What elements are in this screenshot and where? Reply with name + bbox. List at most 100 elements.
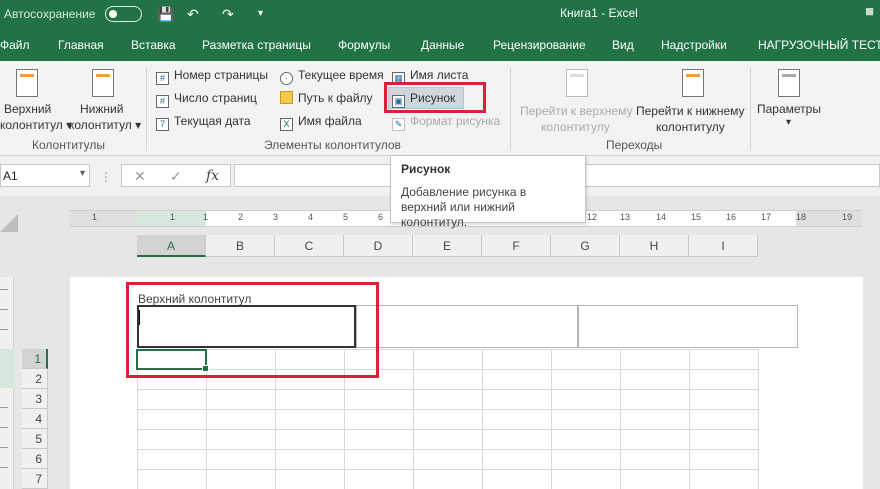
name-box-dropdown-icon[interactable]: ▾ <box>80 168 85 179</box>
row-header-2[interactable]: 2 <box>22 369 48 389</box>
grid-line <box>137 429 758 430</box>
ruler-number: 1 <box>203 212 209 222</box>
column-header-d[interactable]: D <box>344 235 413 257</box>
ruler-number: 4 <box>308 212 314 222</box>
title-bar: Автосохранение 💾 ↶ ↷ ▾ Книга1 - Excel ■ <box>0 0 880 30</box>
undo-icon[interactable]: ↶ <box>187 5 199 23</box>
row-header-5[interactable]: 5 <box>22 429 48 449</box>
insert-function-icon[interactable]: fx <box>206 168 219 184</box>
row-header-3[interactable]: 3 <box>22 389 48 409</box>
name-box[interactable]: A1 ▾ <box>0 164 90 187</box>
autosave-toggle[interactable] <box>105 6 142 22</box>
footer-button-line2: колонтитул ▾ <box>69 118 142 132</box>
clock-icon: · <box>280 72 293 85</box>
tab-file[interactable]: Файл <box>0 38 30 52</box>
grid-line <box>551 349 552 489</box>
group-label-navigation: Переходы <box>606 138 663 152</box>
tab-formulas[interactable]: Формулы <box>338 38 390 52</box>
customize-toolbar-icon[interactable]: ▾ <box>258 5 263 23</box>
page-count-button[interactable]: # Число страниц <box>156 89 257 108</box>
file-path-button[interactable]: Путь к файлу <box>280 89 373 107</box>
tab-insert[interactable]: Вставка <box>131 38 176 52</box>
tab-view[interactable]: Вид <box>612 38 634 52</box>
goto-footer-line2: колонтитулу <box>656 120 725 134</box>
tab-addins[interactable]: Надстройки <box>661 38 727 52</box>
ruler-number: 19 <box>842 212 853 222</box>
column-header-e[interactable]: E <box>413 235 482 257</box>
current-time-button[interactable]: · Текущее время <box>280 66 384 85</box>
grid-line <box>689 349 690 489</box>
column-header-g[interactable]: G <box>551 235 620 257</box>
column-header-i[interactable]: I <box>689 235 758 257</box>
header-document-icon <box>16 69 38 97</box>
grid-line <box>482 349 483 489</box>
ribbon-display-icon[interactable]: ■ <box>865 3 874 20</box>
grid-line <box>137 389 758 390</box>
group-label-headers: Колонтитулы <box>32 138 106 152</box>
grid-line <box>137 469 758 470</box>
header-highlight-box <box>126 282 379 378</box>
ruler-number: 1 <box>92 212 98 222</box>
group-label-elements: Элементы колонтитулов <box>264 138 401 152</box>
goto-header-line2: колонтитулу <box>541 120 610 134</box>
column-header-b[interactable]: B <box>206 235 275 257</box>
tab-review[interactable]: Рецензирование <box>493 38 586 52</box>
column-header-f[interactable]: F <box>482 235 551 257</box>
select-all-corner[interactable] <box>0 214 18 232</box>
vertical-ruler-selected <box>0 349 14 388</box>
tab-home[interactable]: Главная <box>58 38 104 52</box>
tab-load-test[interactable]: НАГРУЗОЧНЫЙ ТЕСТ <box>758 38 880 52</box>
ruler-number: 18 <box>796 212 807 222</box>
picture-tooltip: Рисунок Добавление рисунка в верхний или… <box>390 155 586 229</box>
column-header-a[interactable]: A <box>137 235 206 257</box>
enter-icon[interactable]: ✓ <box>170 168 182 185</box>
goto-header-icon <box>566 69 588 97</box>
autosave-label: Автосохранение <box>4 7 96 21</box>
header-center-section[interactable] <box>356 305 578 348</box>
current-date-button[interactable]: 7 Текущая дата <box>156 112 251 131</box>
cancel-icon[interactable]: ✕ <box>134 168 146 185</box>
page-number-icon: # <box>156 72 169 85</box>
footer-button-line1: Нижний <box>80 102 124 116</box>
ruler-number: 16 <box>726 212 737 222</box>
row-header-7[interactable]: 7 <box>22 469 48 489</box>
group-separator <box>510 67 511 151</box>
ruler-number: 14 <box>656 212 667 222</box>
ruler-number: 2 <box>238 212 244 222</box>
save-icon[interactable]: 💾 <box>157 5 174 23</box>
goto-footer-icon <box>682 69 704 97</box>
row-header-4[interactable]: 4 <box>22 409 48 429</box>
grid-line <box>413 349 414 489</box>
header-right-section[interactable] <box>578 305 798 348</box>
format-picture-button[interactable]: ✎ Формат рисунка <box>392 112 500 131</box>
options-dropdown-icon: ▾ <box>786 117 792 128</box>
tab-data[interactable]: Данные <box>421 38 464 52</box>
excel-window: Автосохранение 💾 ↶ ↷ ▾ Книга1 - Excel ■ … <box>0 0 880 489</box>
page-number-button[interactable]: # Номер страницы <box>156 66 268 85</box>
header-button-line1: Верхний <box>4 102 52 116</box>
column-header-h[interactable]: H <box>620 235 689 257</box>
ruler-margin-left <box>70 211 136 226</box>
folder-icon <box>280 91 293 104</box>
header-button-line2: колонтитул ▾ <box>0 118 73 132</box>
format-picture-icon: ✎ <box>392 118 405 131</box>
file-name-button[interactable]: X Имя файла <box>280 112 362 131</box>
grid-line <box>137 409 758 410</box>
column-header-c[interactable]: C <box>275 235 344 257</box>
row-header-6[interactable]: 6 <box>22 449 48 469</box>
excel-file-icon: X <box>280 118 293 131</box>
ribbon-tabs: Файл Главная Вставка Разметка страницы Ф… <box>0 30 880 61</box>
tab-page-layout[interactable]: Разметка страницы <box>202 38 311 52</box>
grid-line <box>137 449 758 450</box>
formula-bar-dots-icon: ⋮ <box>100 170 112 184</box>
group-separator <box>146 67 147 151</box>
row-header-1[interactable]: 1 <box>22 349 48 369</box>
redo-icon[interactable]: ↷ <box>222 5 234 23</box>
window-title: Книга1 - Excel <box>560 6 638 20</box>
tooltip-title: Рисунок <box>401 162 451 176</box>
group-separator <box>750 67 751 151</box>
ruler-number: 12 <box>587 212 598 222</box>
formula-buttons: ✕ ✓ fx <box>121 164 231 187</box>
goto-footer-line1: Перейти к нижнему <box>636 104 745 118</box>
grid-line <box>758 349 759 489</box>
